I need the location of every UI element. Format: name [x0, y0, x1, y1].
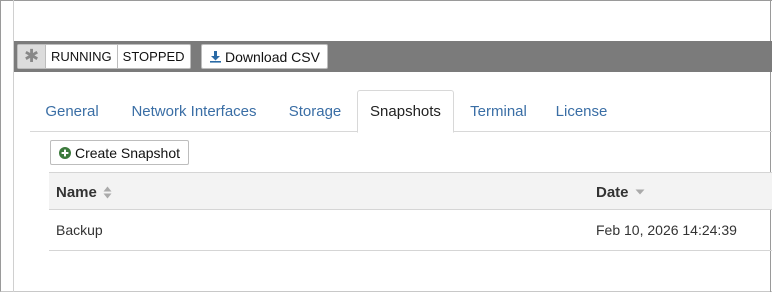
state-filter-group: ✱ RUNNING STOPPED — [17, 44, 191, 69]
sort-desc-icon — [635, 188, 645, 196]
snapshot-date-cell: Feb 10, 2026 14:24:39 — [596, 222, 737, 238]
tab-storage[interactable]: Storage — [274, 90, 356, 132]
download-icon — [209, 50, 222, 63]
create-snapshot-label: Create Snapshot — [74, 144, 181, 161]
tab-network-interfaces[interactable]: Network Interfaces — [114, 90, 274, 132]
column-name-label: Name — [56, 183, 97, 201]
download-csv-button[interactable]: Download CSV — [201, 44, 328, 69]
tab-general[interactable]: General — [30, 90, 114, 132]
filter-stopped-button[interactable]: STOPPED — [117, 45, 190, 68]
filter-running-button[interactable]: RUNNING — [46, 45, 118, 68]
create-snapshot-button[interactable]: Create Snapshot — [50, 140, 189, 165]
column-header-name[interactable]: Name — [56, 173, 112, 211]
filter-all-button[interactable]: ✱ — [18, 45, 46, 68]
tab-license[interactable]: License — [543, 90, 620, 132]
tab-terminal[interactable]: Terminal — [454, 90, 543, 132]
tab-snapshots[interactable]: Snapshots — [357, 90, 454, 133]
table-row[interactable]: Backup Feb 10, 2026 14:24:39 — [49, 210, 772, 251]
plus-circle-icon — [58, 146, 71, 159]
table-header: Name Date — [49, 172, 772, 210]
asterisk-icon: ✱ — [23, 46, 40, 66]
column-date-label: Date — [596, 183, 629, 201]
snapshot-name-cell: Backup — [56, 222, 103, 238]
column-header-date[interactable]: Date — [596, 173, 645, 211]
download-csv-label: Download CSV — [225, 48, 320, 65]
snapshots-table: Name Date Backup Feb 10, 2026 14:24:39 — [49, 172, 772, 251]
tab-bar: General Network Interfaces Storage Snaps… — [30, 90, 772, 133]
sort-both-icon — [103, 186, 112, 199]
